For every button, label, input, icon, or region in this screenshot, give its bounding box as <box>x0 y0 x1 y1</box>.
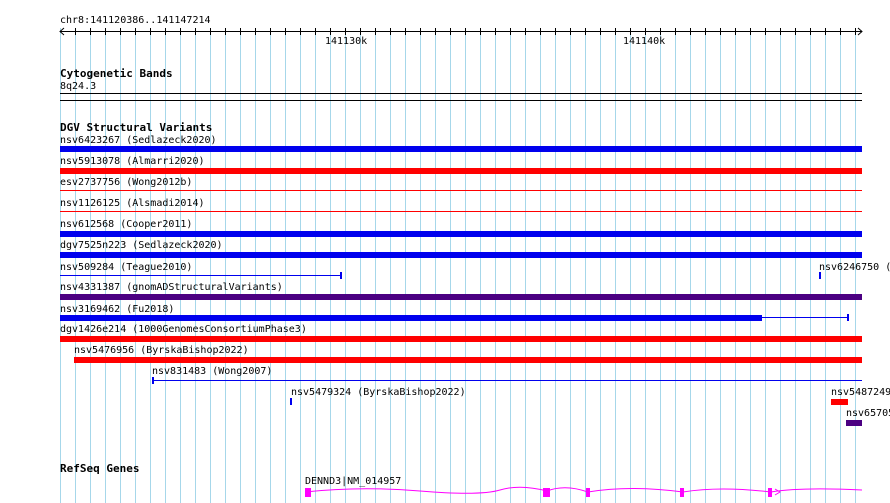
gene-exon <box>768 488 772 497</box>
feature-end-tick <box>290 398 292 405</box>
feature-bar <box>60 252 862 258</box>
feature-label[interactable]: nsv3169462 (Fu2018) <box>60 304 174 315</box>
gene-exon <box>586 488 590 497</box>
feature-label[interactable]: nsv612568 (Cooper2011) <box>60 219 192 230</box>
feature-bar <box>60 294 862 300</box>
feature-bar <box>60 336 862 342</box>
feature-bar <box>60 168 862 174</box>
feature-bar <box>831 399 848 405</box>
feature-bar <box>60 231 862 237</box>
ruler-tick-label: 141140k <box>623 36 666 47</box>
feature-label[interactable]: nsv65705 <box>846 408 890 419</box>
feature-bar <box>60 190 862 191</box>
feature-label[interactable]: esv2737756 (Wong2012b) <box>60 177 192 188</box>
cytoband-label: 8q24.3 <box>60 81 97 92</box>
track-title-cytogenetic-bands[interactable]: Cytogenetic Bands <box>60 68 173 80</box>
gene-exon <box>305 488 311 497</box>
feature-bar <box>60 146 862 152</box>
feature-label[interactable]: nsv6423267 (Sedlazeck2020) <box>60 135 217 146</box>
feature-label[interactable]: nsv6246750 ( <box>819 262 890 273</box>
track-title-dgv-structural-variants[interactable]: DGV Structural Variants <box>60 122 212 134</box>
feature-end-tick <box>340 272 342 279</box>
feature-label[interactable]: nsv4331387 (gnomADStructuralVariants) <box>60 282 283 293</box>
ruler-position: chr8:141120386..141147214 <box>60 15 211 26</box>
feature-label[interactable]: nsv831483 (Wong2007) <box>152 366 272 377</box>
feature-line <box>60 275 341 276</box>
gene-exon <box>543 488 550 497</box>
gene-exon <box>680 488 684 497</box>
cytoband-line <box>60 93 862 94</box>
feature-label[interactable]: dgv1426e214 (1000GenomesConsortiumPhase3… <box>60 324 307 335</box>
feature-bar <box>846 420 862 426</box>
feature-label[interactable]: nsv5476956 (ByrskaBishop2022) <box>74 345 249 356</box>
feature-end-tick <box>819 272 821 279</box>
feature-label[interactable]: nsv5479324 (ByrskaBishop2022) <box>291 387 466 398</box>
feature-line <box>152 380 862 381</box>
feature-bar <box>60 211 862 212</box>
genome-browser-view: chr8:141120386..141147214 141130k 141140… <box>0 0 890 503</box>
ruler-tick-label: 141130k <box>325 36 368 47</box>
feature-label[interactable]: dgv7525n223 (Sedlazeck2020) <box>60 240 223 251</box>
track-title-refseq-genes[interactable]: RefSeq Genes <box>60 463 139 475</box>
cytoband-line <box>60 100 862 101</box>
gene-label[interactable]: DENND3|NM_014957 <box>305 476 401 487</box>
feature-label[interactable]: nsv509284 (Teague2010) <box>60 262 192 273</box>
feature-end-tick <box>152 377 154 384</box>
feature-line <box>762 317 848 318</box>
gene-strand-arrow <box>774 488 781 496</box>
feature-bar <box>74 357 862 363</box>
feature-label[interactable]: nsv1126125 (Alsmadi2014) <box>60 198 205 209</box>
feature-label[interactable]: nsv5487249 <box>831 387 890 398</box>
feature-label[interactable]: nsv5913078 (Almarri2020) <box>60 156 205 167</box>
feature-bar <box>60 315 762 321</box>
feature-end-tick <box>847 314 849 321</box>
